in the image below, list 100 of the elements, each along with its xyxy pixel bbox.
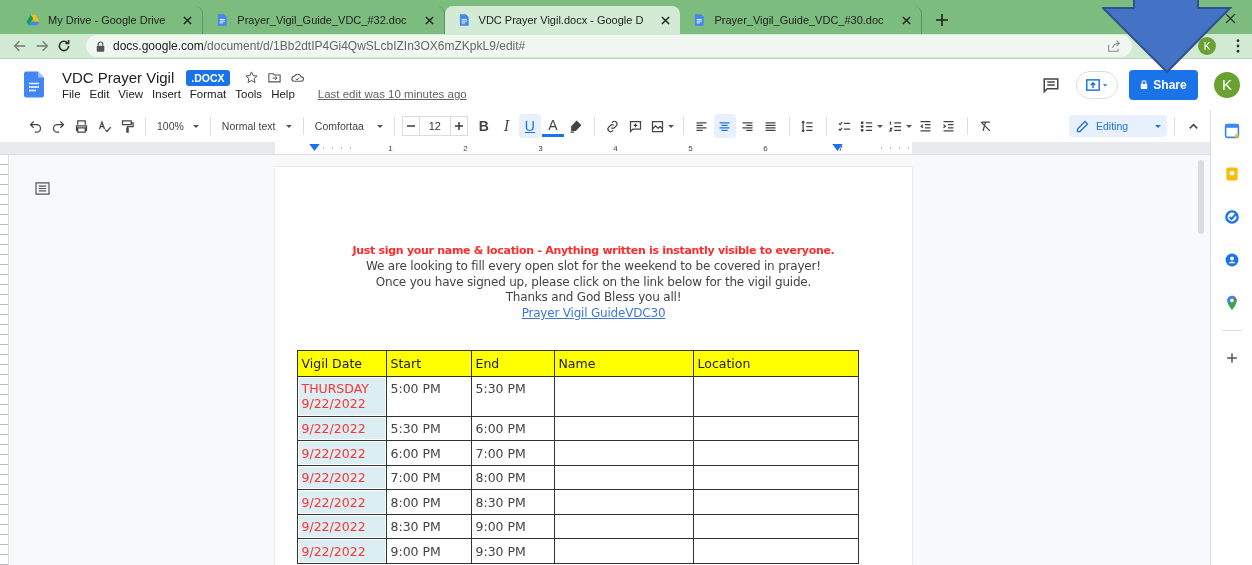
font-dropdown[interactable]: Comfortaa <box>310 114 387 138</box>
print-icon <box>73 118 89 134</box>
zoom-dropdown[interactable]: 100% <box>153 114 203 138</box>
menu-icon[interactable] <box>1236 39 1240 53</box>
image-icon <box>649 118 665 134</box>
last-edit-link[interactable]: Last edit was 10 minutes ago <box>317 88 467 100</box>
pencil-icon <box>1075 118 1090 134</box>
underline-button[interactable]: U <box>518 114 541 138</box>
table-cell: 5:00 PM <box>386 376 471 417</box>
location-cell[interactable] <box>693 465 858 490</box>
caret-icon <box>192 124 199 128</box>
ruler-number: 3 <box>503 143 578 153</box>
person-icon[interactable] <box>1223 252 1240 268</box>
check-circle-icon[interactable] <box>1223 209 1240 225</box>
caret-icon <box>376 124 383 128</box>
table-cell: 7:00 PM <box>386 465 471 490</box>
increase-font-size-button[interactable] <box>449 116 468 136</box>
file-type-badge: .DOCX <box>186 69 230 86</box>
share-icon[interactable] <box>1106 38 1122 54</box>
align-center-button[interactable] <box>713 114 736 138</box>
forward-icon[interactable] <box>34 38 50 54</box>
back-icon[interactable] <box>12 38 28 54</box>
location-cell[interactable] <box>693 441 858 466</box>
menu-item[interactable]: Format <box>189 88 227 100</box>
table-cell: 8:00 PM <box>386 490 471 515</box>
document-text: Thanks and God Bless you all! <box>505 290 682 307</box>
tab-title: Prayer_Vigil_Guide_VDC_#32.doc <box>237 14 407 26</box>
location-cell[interactable] <box>693 416 858 441</box>
share-button[interactable]: Share <box>1129 69 1198 100</box>
menu-item[interactable]: View <box>118 88 144 100</box>
column-header: End <box>471 350 554 377</box>
paragraph-style-dropdown[interactable]: Normal text <box>217 114 296 138</box>
redo-icon <box>50 118 66 134</box>
reload-icon[interactable] <box>56 38 72 54</box>
name-cell[interactable] <box>554 490 693 515</box>
tab-title: Prayer_Vigil_Guide_VDC_#30.doc <box>714 14 884 26</box>
menu-item[interactable]: Help <box>271 88 295 100</box>
menu-item[interactable]: Edit <box>89 88 110 100</box>
date-cell: 9/22/2022 <box>297 490 386 515</box>
table-cell: 9:30 PM <box>471 539 554 564</box>
date-cell: 9/22/2022 <box>297 539 386 564</box>
outline-icon[interactable] <box>35 182 50 195</box>
editing-mode-dropdown[interactable]: Editing <box>1069 115 1167 137</box>
indent-marker-icon[interactable] <box>309 144 320 151</box>
decrease-font-size-button[interactable] <box>401 116 420 136</box>
name-cell[interactable] <box>554 416 693 441</box>
location-cell[interactable] <box>693 514 858 539</box>
address-bar[interactable]: docs.google.com/document/d/1Bb2dtIP4Gi4QwSLcbIZIn3OX6mZKpkL9/edit# <box>86 35 1132 57</box>
document-icon <box>692 13 707 27</box>
increase-indent-icon <box>941 118 957 134</box>
table-cell: 8:00 PM <box>471 465 554 490</box>
add-comment-icon <box>628 118 644 134</box>
name-cell[interactable] <box>554 539 693 564</box>
indent-marker-icon[interactable] <box>832 144 843 151</box>
lock-icon <box>1140 80 1149 89</box>
document-text: Once you have signed up, please click on the link below for the vigil guide. <box>375 274 812 291</box>
star-icon[interactable] <box>243 70 259 85</box>
scrollbar-thumb[interactable] <box>1198 160 1204 234</box>
calendar-icon[interactable] <box>1223 123 1240 139</box>
menu-item[interactable]: Insert <box>152 88 181 100</box>
marker-icon <box>568 118 584 134</box>
document-text: We are looking to fill every open slot for the weekend to be covered in prayer! <box>366 258 821 275</box>
decrease-indent-icon <box>918 118 934 134</box>
date-cell: THURSDAY 9/22/2022 <box>297 376 386 417</box>
document-title[interactable]: VDC Prayer Vigil <box>62 69 175 86</box>
location-cell[interactable] <box>693 376 858 417</box>
close-icon[interactable] <box>661 15 671 25</box>
new-tab-icon[interactable] <box>935 14 948 26</box>
date-cell: 9/22/2022 <box>297 441 386 466</box>
close-icon[interactable] <box>424 15 434 25</box>
location-cell[interactable] <box>693 490 858 515</box>
column-header: Vigil Date <box>297 350 386 377</box>
caret-icon <box>876 124 883 128</box>
folder-icon[interactable] <box>266 70 282 85</box>
guide-link[interactable]: Prayer Vigil GuideVDC30 <box>521 306 666 322</box>
bulleted-list-icon <box>858 118 874 134</box>
menu-item[interactable]: File <box>62 88 81 100</box>
italic-button[interactable]: I <box>495 114 518 138</box>
location-cell[interactable] <box>693 539 858 564</box>
caret-icon <box>667 124 674 128</box>
browser-tab[interactable]: VDC Prayer Vigil.docx - Google D <box>444 6 681 34</box>
caret-icon <box>285 124 292 128</box>
undo-icon <box>27 118 43 134</box>
caret-icon <box>905 124 912 128</box>
comment-icon[interactable] <box>1042 75 1060 94</box>
close-icon[interactable] <box>1225 13 1236 24</box>
menu-item[interactable]: Tools <box>235 88 263 100</box>
bold-button[interactable]: B <box>472 114 495 138</box>
close-icon[interactable] <box>901 15 911 25</box>
name-cell[interactable] <box>554 441 693 466</box>
date-cell: 9/22/2022 <box>297 416 386 441</box>
close-icon[interactable] <box>183 15 193 25</box>
name-cell[interactable] <box>554 465 693 490</box>
url-text: docs.google.com/document/d/1Bb2dtIP4Gi4QwSLcbIZIn3OX6mZKpkL9/edit# <box>113 39 526 53</box>
document-logo-icon[interactable] <box>24 71 44 98</box>
name-cell[interactable] <box>554 376 693 417</box>
text-color-button[interactable]: A <box>541 115 564 137</box>
date-cell: 9/22/2022 <box>297 465 386 490</box>
font-size-field[interactable]: 12 <box>419 116 450 136</box>
name-cell[interactable] <box>554 514 693 539</box>
